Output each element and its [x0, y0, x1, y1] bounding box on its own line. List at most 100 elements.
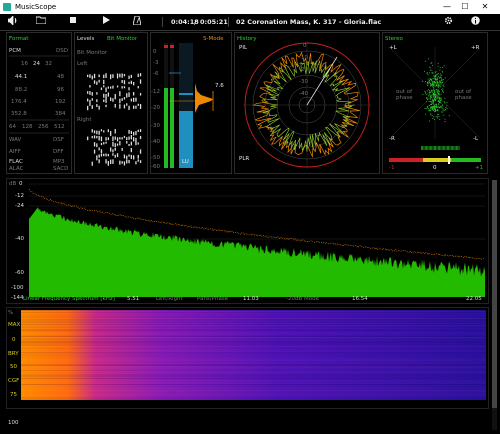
- stop-icon[interactable]: [66, 16, 80, 28]
- bit-cell: [119, 98, 121, 104]
- goniometer-dot: [437, 109, 439, 111]
- bit-cell: [105, 137, 107, 141]
- spectrogram-line: [21, 388, 486, 389]
- goniometer-dot: [428, 107, 430, 109]
- goniometer-dot: [442, 109, 444, 111]
- correlation-marker: [448, 156, 450, 164]
- goniometer-dot: [431, 91, 433, 93]
- bit-cell: [96, 92, 98, 95]
- bit-cell: [96, 135, 98, 139]
- track-name: 02 Coronation Mass, K. 317 - Gloria.flac: [236, 18, 382, 26]
- scrollbar-thumb[interactable]: [492, 180, 497, 408]
- goniometer-dot: [429, 104, 431, 105]
- goniometer-dot: [429, 101, 431, 102]
- spectrogram-line: [21, 369, 486, 370]
- spectrogram-line: [21, 380, 486, 381]
- goniometer-dot: [433, 90, 435, 92]
- goniometer-dot: [429, 94, 431, 96]
- goniometer-dot: [432, 89, 434, 91]
- goniometer-dot: [434, 85, 436, 87]
- goniometer-dot: [440, 102, 442, 104]
- time-divider: /: [194, 18, 197, 26]
- bit-cell: [126, 159, 128, 164]
- metronome-icon[interactable]: [130, 15, 144, 28]
- goniometer-dot: [439, 69, 441, 71]
- vertical-scrollbar[interactable]: [492, 180, 497, 430]
- bit-cell: [96, 81, 98, 85]
- goniometer-dot: [443, 114, 445, 116]
- bit-cell: [100, 129, 103, 132]
- goniometer-dot: [426, 72, 428, 74]
- goniometer-dot: [436, 104, 438, 106]
- sg-label: 100: [8, 420, 19, 426]
- spectrogram-line: [21, 330, 486, 331]
- bit-cell: [107, 137, 109, 141]
- goniometer-dot: [430, 79, 432, 80]
- bit-cell: [123, 104, 126, 109]
- goniometer-dot: [434, 76, 436, 78]
- goniometer-dot: [430, 106, 432, 108]
- bit-cell: [133, 81, 135, 86]
- right-bits: [87, 129, 142, 166]
- bit-cell: [133, 137, 135, 142]
- goniometer-dot: [428, 58, 430, 60]
- pans-phase-toggle[interactable]: Pans/Phase: [197, 296, 228, 302]
- correlation-tick: [431, 146, 433, 150]
- bit-cell: [130, 98, 132, 102]
- goniometer-dot: [434, 98, 436, 100]
- goniometer-dot: [435, 99, 437, 101]
- left-right-toggle[interactable]: Left/Right: [156, 296, 183, 302]
- bit-cell: [91, 129, 93, 133]
- volume-icon[interactable]: [6, 15, 20, 28]
- spectrogram-line: [21, 324, 486, 325]
- folder-icon[interactable]: [34, 16, 48, 28]
- goniometer-dot: [424, 107, 426, 109]
- goniometer-dot: [438, 85, 439, 87]
- bit-cell: [93, 80, 96, 84]
- bit-cell: [128, 143, 130, 147]
- bit-cell: [98, 159, 100, 164]
- spec-tick: -60: [15, 270, 24, 276]
- maximize-button[interactable]: ☐: [458, 2, 472, 11]
- goniometer-dot: [434, 79, 436, 81]
- bit-cell: [139, 73, 142, 77]
- goniometer-dot: [432, 106, 434, 108]
- close-button[interactable]: ✕: [478, 2, 492, 11]
- goniometer-dot: [438, 105, 440, 107]
- gear-icon[interactable]: [441, 16, 455, 28]
- bit-cell: [128, 92, 130, 97]
- bit-cell: [114, 147, 116, 151]
- goniometer-dot: [427, 98, 429, 100]
- goniometer-dot: [444, 121, 446, 122]
- goniometer-dot: [433, 81, 435, 83]
- goniometer-dot: [435, 72, 436, 74]
- goniometer-dot: [430, 109, 431, 111]
- goniometer-dot: [438, 102, 440, 104]
- goniometer-dot: [436, 115, 438, 117]
- goniometer-dot: [431, 65, 433, 66]
- db-mode-toggle[interactable]: -20dB Mode: [286, 296, 319, 302]
- goniometer-dot: [439, 94, 441, 96]
- bit-cell: [114, 104, 116, 108]
- goniometer-dots: [421, 58, 450, 122]
- spectrogram-line: [21, 394, 486, 395]
- goniometer-dot: [428, 81, 430, 83]
- goniometer-dot: [442, 90, 443, 92]
- goniometer-dot: [433, 97, 435, 99]
- goniometer-dot: [438, 116, 440, 118]
- bit-cell: [123, 86, 126, 89]
- bit-cell: [114, 129, 116, 134]
- goniometer-dot: [430, 85, 431, 87]
- toolbar-separator: [228, 17, 229, 27]
- spectrogram-plot: [21, 310, 486, 400]
- goniometer-dot: [436, 84, 438, 86]
- goniometer-dot: [442, 111, 444, 113]
- goniometer-dot: [429, 109, 431, 111]
- goniometer-dot: [426, 90, 428, 92]
- minimize-button[interactable]: —: [440, 2, 454, 11]
- play-icon[interactable]: [99, 16, 113, 28]
- bit-cell: [89, 99, 91, 104]
- level-bars: [164, 43, 214, 168]
- correlation-tick: [428, 146, 430, 150]
- info-icon[interactable]: [468, 16, 482, 28]
